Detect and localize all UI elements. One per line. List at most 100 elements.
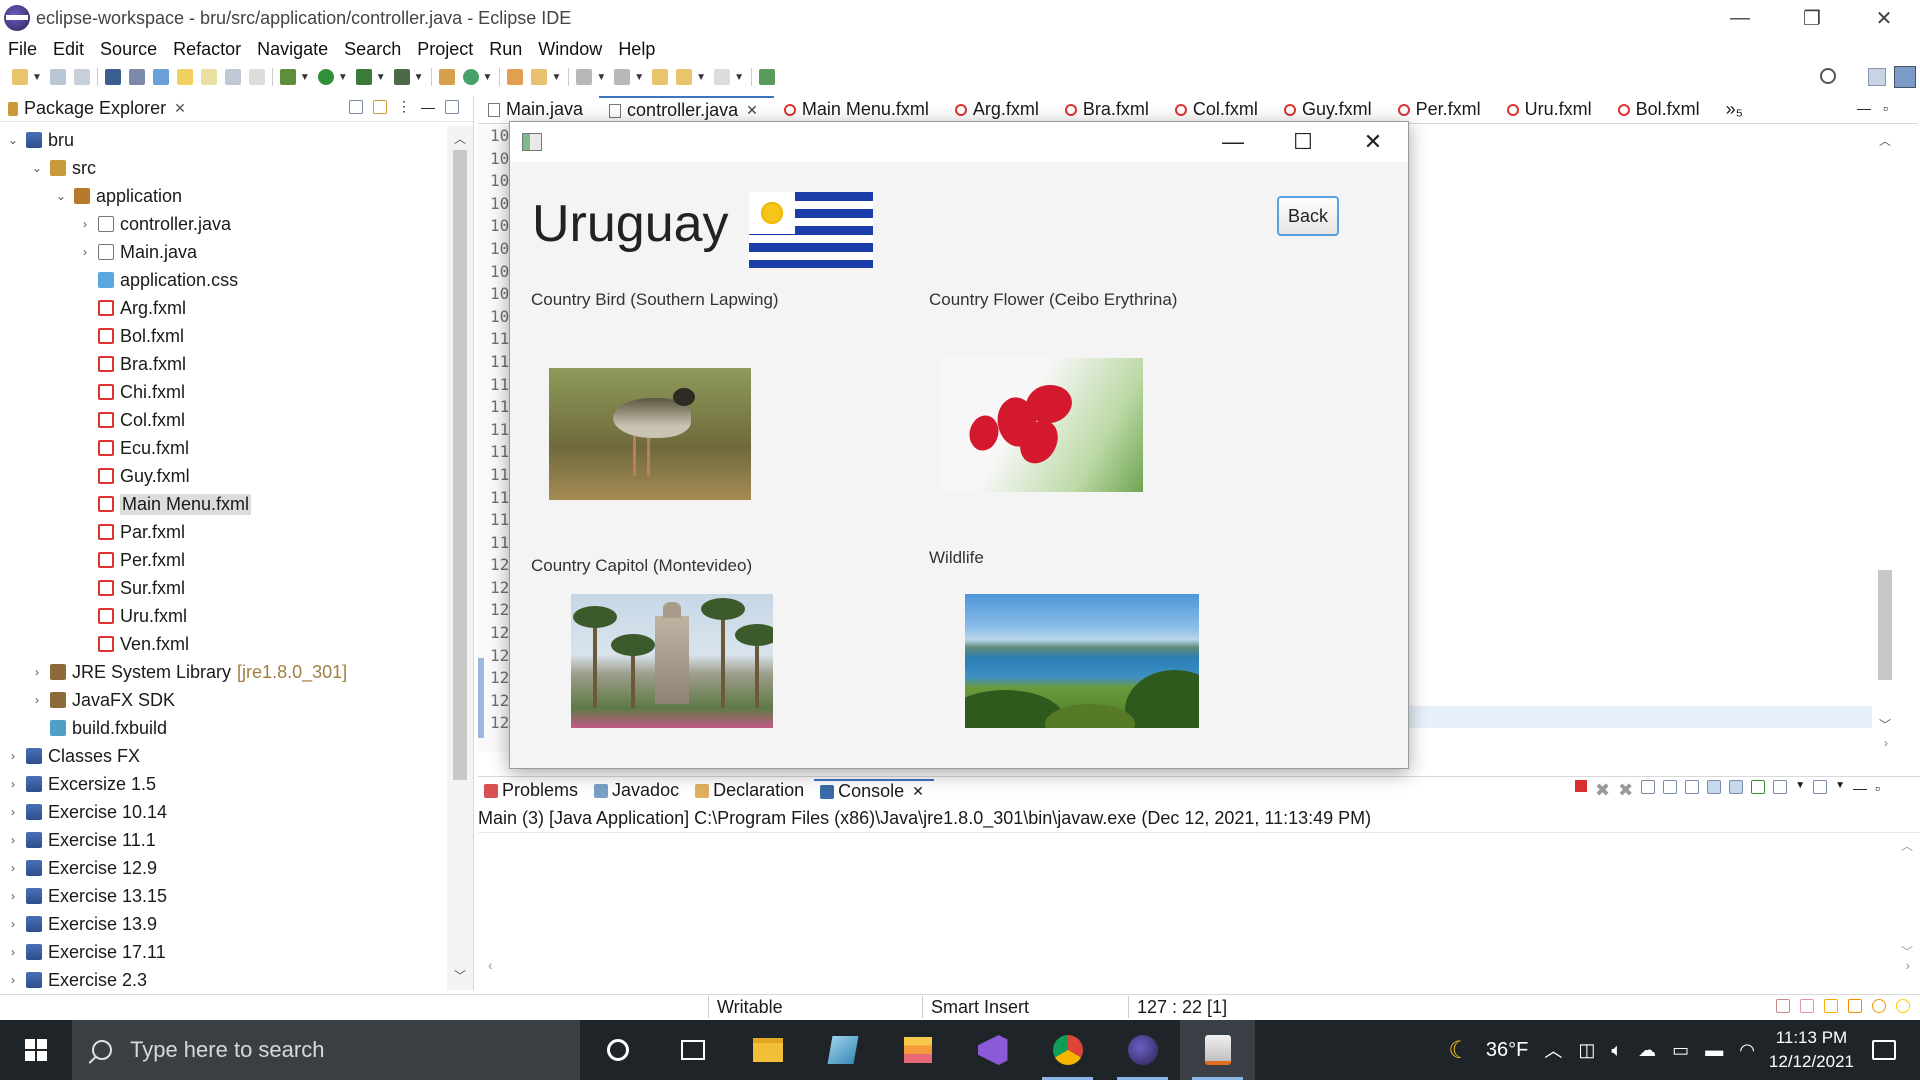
menu-search[interactable]: Search: [336, 39, 409, 60]
tip-icon[interactable]: [1896, 999, 1910, 1013]
search-dropdown-icon[interactable]: ▼: [551, 72, 561, 83]
open-type-icon[interactable]: [507, 69, 524, 85]
tree-item[interactable]: Bra.fxml: [0, 350, 446, 378]
word-wrap-icon[interactable]: [1685, 780, 1700, 794]
editor-tab[interactable]: Uru.fxml: [1497, 96, 1608, 124]
clear-console-icon[interactable]: [1641, 780, 1656, 794]
tab-declaration[interactable]: Declaration: [689, 780, 814, 801]
visual-studio-icon[interactable]: [955, 1020, 1030, 1080]
menu-window[interactable]: Window: [530, 39, 610, 60]
open-console-icon[interactable]: [1813, 780, 1828, 794]
chevron-right-icon[interactable]: ›: [6, 749, 20, 763]
tree-item[interactable]: Sur.fxml: [0, 574, 446, 602]
restore-view-icon[interactable]: ▫: [1875, 780, 1880, 801]
volume-icon[interactable]: 🔈︎: [1611, 1040, 1622, 1061]
display-console-dropdown-icon[interactable]: ▼: [1795, 780, 1805, 801]
scroll-up-icon[interactable]: ︿: [1901, 837, 1913, 854]
meet-now-icon[interactable]: ◫: [1578, 1040, 1595, 1061]
tree-item[interactable]: build.fxbuild: [0, 714, 446, 742]
tree-item[interactable]: ⌄ application: [0, 182, 446, 210]
pin-icon[interactable]: [152, 69, 169, 85]
tree-item[interactable]: Arg.fxml: [0, 294, 446, 322]
eclipse-icon[interactable]: [1105, 1020, 1180, 1080]
close-icon[interactable]: ✕: [912, 783, 924, 800]
minimize-view-icon[interactable]: —: [421, 99, 435, 115]
minimize-view-icon[interactable]: —: [1853, 780, 1867, 801]
tree-item[interactable]: ⌄ bru: [0, 126, 446, 154]
new-java-project-icon[interactable]: [438, 69, 455, 85]
menu-navigate[interactable]: Navigate: [249, 39, 336, 60]
chevron-right-icon[interactable]: ›: [6, 777, 20, 791]
chevron-up-icon[interactable]: ︿: [1544, 1037, 1562, 1063]
mark-occurrences-icon[interactable]: [176, 69, 193, 85]
show-whitespace-icon[interactable]: [248, 69, 265, 85]
tree-item[interactable]: Bol.fxml: [0, 322, 446, 350]
chevron-down-icon[interactable]: ⌄: [6, 133, 20, 147]
tree-item[interactable]: › Exercise 10.14: [0, 798, 446, 826]
terminate-icon[interactable]: [1575, 780, 1588, 792]
chevron-right-icon[interactable]: ›: [6, 889, 20, 903]
search-icon[interactable]: [1820, 68, 1836, 84]
cortana-icon[interactable]: [580, 1020, 655, 1080]
close-button[interactable]: ✕: [1848, 0, 1920, 36]
chevron-right-icon[interactable]: ›: [6, 833, 20, 847]
scroll-down-icon[interactable]: ﹀: [1879, 716, 1891, 733]
close-icon[interactable]: ✕: [746, 102, 758, 119]
scroll-right-icon[interactable]: ›: [1905, 957, 1910, 973]
notepad-icon[interactable]: [805, 1020, 880, 1080]
menu-file[interactable]: File: [0, 39, 45, 60]
link-with-editor-icon[interactable]: [373, 99, 387, 114]
debug-dropdown-icon[interactable]: ▼: [300, 72, 310, 83]
restore-button[interactable]: ❐: [1776, 0, 1848, 36]
editor-tab[interactable]: Main Menu.fxml: [774, 96, 945, 124]
coverage-dropdown-icon[interactable]: ▼: [376, 72, 386, 83]
tab-console[interactable]: Console ✕: [814, 779, 934, 802]
close-button[interactable]: ✕: [1338, 122, 1408, 162]
tree-item[interactable]: › Exercise 13.9: [0, 910, 446, 938]
chevron-right-icon[interactable]: ›: [30, 665, 44, 679]
notification-icon[interactable]: [1872, 1040, 1896, 1060]
show-on-stderr-icon[interactable]: [1729, 780, 1744, 794]
forward-nav-icon[interactable]: [714, 69, 731, 85]
tree-item[interactable]: › Exercise 2.3: [0, 966, 446, 994]
minimize-button[interactable]: —: [1198, 122, 1268, 162]
tree-item[interactable]: › JRE System Library [jre1.8.0_301]: [0, 658, 446, 686]
tree-item[interactable]: › Exercise 11.1: [0, 826, 446, 854]
scroll-up-icon[interactable]: ︿: [1879, 132, 1891, 149]
chevron-right-icon[interactable]: ›: [30, 693, 44, 707]
external-tools-dropdown-icon[interactable]: ▼: [414, 72, 424, 83]
save-all-icon[interactable]: [73, 69, 90, 85]
maximize-button[interactable]: ☐: [1268, 122, 1338, 162]
chevron-right-icon[interactable]: ›: [78, 245, 92, 259]
chevron-right-icon[interactable]: ›: [6, 861, 20, 875]
editor-horizontal-scrollbar[interactable]: ›: [1408, 736, 1898, 752]
tree-item[interactable]: Par.fxml: [0, 518, 446, 546]
moon-weather-icon[interactable]: ☾: [1448, 1036, 1470, 1065]
taskbar-search-box[interactable]: Type here to search: [72, 1020, 580, 1080]
maximize-view-icon[interactable]: [445, 99, 459, 114]
start-button[interactable]: [0, 1020, 72, 1080]
wifi-icon[interactable]: ◠: [1739, 1040, 1755, 1061]
word-wrap-icon[interactable]: [224, 69, 241, 85]
prev-annotation-dropdown-icon[interactable]: ▼: [634, 72, 644, 83]
chevron-right-icon[interactable]: ›: [6, 945, 20, 959]
open-perspective-icon[interactable]: [1868, 68, 1886, 86]
package-explorer-tab[interactable]: Package Explorer ✕ ⋮ —: [0, 96, 473, 122]
minimize-button[interactable]: —: [1704, 0, 1776, 36]
next-annotation-dropdown-icon[interactable]: ▼: [596, 72, 606, 83]
open-task-icon[interactable]: [531, 69, 548, 85]
remove-all-launches-icon[interactable]: ✖: [1618, 780, 1633, 801]
chrome-icon[interactable]: [1030, 1020, 1105, 1080]
view-menu-icon[interactable]: ⋮: [397, 98, 411, 115]
trim-icon[interactable]: [1824, 999, 1838, 1013]
minimize-view-icon[interactable]: —: [1857, 100, 1871, 116]
battery-icon[interactable]: ▬: [1705, 1040, 1723, 1061]
editor-tab[interactable]: controller.java ✕: [599, 95, 774, 124]
stack-icon[interactable]: [880, 1020, 955, 1080]
chevron-right-icon[interactable]: ›: [6, 917, 20, 931]
menu-project[interactable]: Project: [409, 39, 481, 60]
pin-editor-icon[interactable]: [758, 69, 775, 85]
show-on-stdout-icon[interactable]: [1707, 780, 1722, 794]
remove-launch-icon[interactable]: ✖: [1595, 780, 1610, 801]
tree-item[interactable]: › controller.java: [0, 210, 446, 238]
